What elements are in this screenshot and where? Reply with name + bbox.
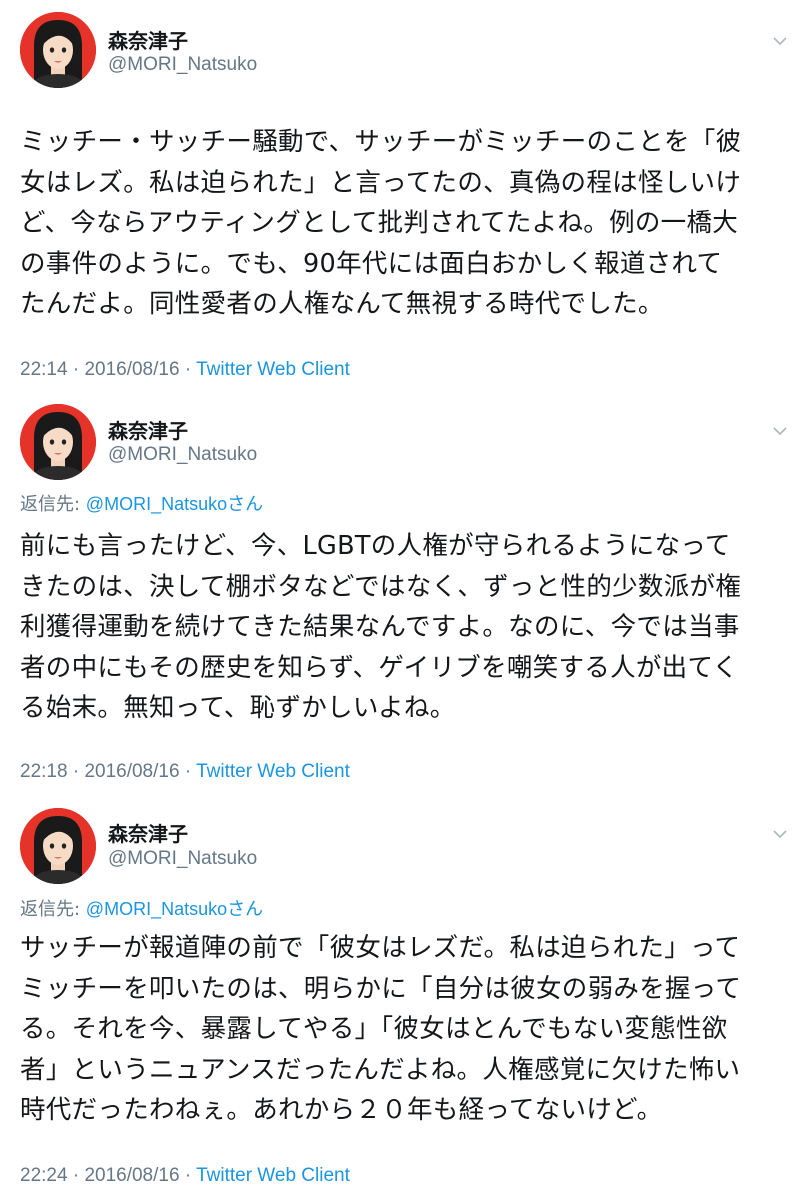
tweet-time[interactable]: 22:18 xyxy=(20,761,68,782)
meta-separator: · xyxy=(72,761,80,782)
meta-separator: · xyxy=(72,359,80,380)
tweet-text-line: 時代だったわねぇ。あれから２０年も経ってないけど。 xyxy=(20,1095,663,1125)
tweet-text-line: ミッチー・サッチー騒動で、サッチーがミッチーのことを「彼 xyxy=(20,127,742,157)
reply-to: 返信先: @MORI_Natsukoさん xyxy=(20,492,263,517)
tweet-time[interactable]: 22:24 xyxy=(20,1165,68,1186)
client-link[interactable]: Twitter Web Client xyxy=(196,761,350,782)
client-link[interactable]: Twitter Web Client xyxy=(196,359,350,380)
display-name[interactable]: 森奈津子 xyxy=(108,419,188,443)
reply-to-mention[interactable]: @MORI_Natsuko xyxy=(86,494,227,514)
tweet-text-line: きたのは、決して棚ボタなどではなく、ずっと性的少数派が権 xyxy=(20,571,742,602)
user-handle[interactable]: @MORI_Natsuko xyxy=(108,847,257,871)
meta-separator: · xyxy=(184,359,192,380)
meta-separator: · xyxy=(184,761,192,782)
tweet-date[interactable]: 2016/08/16 xyxy=(84,359,179,380)
display-name[interactable]: 森奈津子 xyxy=(108,29,188,53)
tweet-time[interactable]: 22:14 xyxy=(20,359,68,380)
tweet-text-line: 女はレズ。私は迫られた」と言ってたの、真偽の程は怪しいけ xyxy=(20,167,742,198)
meta-separator: · xyxy=(72,1165,80,1186)
client-link[interactable]: Twitter Web Client xyxy=(196,1165,350,1186)
tweet-text-line: 利獲得運動を続けてきた結果なんですよ。なのに、今では当事 xyxy=(20,612,740,642)
tweet-text: ミッチー・サッチー騒動で、サッチーがミッチーのことを「彼 女はレズ。私は迫られた… xyxy=(20,122,790,325)
tweet-text-line: る。それを今、暴露してやる」「彼女はとんでもない変態性欲 xyxy=(20,1014,728,1044)
reply-to: 返信先: @MORI_Natsukoさん xyxy=(20,897,263,922)
tweet-text-line: る始末。無知って、恥ずかしいよね。 xyxy=(20,693,456,723)
tweet-text: サッチーが報道陣の前で「彼女はレズだ。私は迫られた」って ミッチーを叩いたのは、… xyxy=(20,928,790,1131)
reply-to-label: 返信先: xyxy=(20,899,86,920)
display-name[interactable]: 森奈津子 xyxy=(108,822,188,846)
meta-separator: · xyxy=(184,1165,192,1186)
avatar[interactable] xyxy=(20,808,96,884)
tweet-text-line: 者の中にもその歴史を知らず、ゲイリブを嘲笑する人が出てく xyxy=(20,652,739,683)
tweet-meta: 22:24 · 2016/08/16 · Twitter Web Client xyxy=(20,1164,350,1188)
tweet-text-line: 前にも言ったけど、今、LGBTの人権が守られるようになって xyxy=(20,531,731,561)
tweet-date[interactable]: 2016/08/16 xyxy=(84,1165,179,1186)
reply-to-mention[interactable]: @MORI_Natsuko xyxy=(86,899,227,919)
tweet-text-line: たんだよ。同性愛者の人権なんて無視する時代でした。 xyxy=(20,289,664,319)
reply-to-label: 返信先: xyxy=(20,494,86,515)
chevron-down-icon[interactable] xyxy=(768,423,792,439)
avatar[interactable] xyxy=(20,404,96,480)
user-handle[interactable]: @MORI_Natsuko xyxy=(108,53,257,77)
reply-to-suffix: さん xyxy=(227,494,264,514)
reply-to-suffix: さん xyxy=(227,899,264,919)
tweet-text-line: の事件のように。でも、90年代には面白おかしく報道されて xyxy=(20,248,723,279)
user-handle[interactable]: @MORI_Natsuko xyxy=(108,443,257,467)
chevron-down-icon[interactable] xyxy=(768,33,792,49)
tweet-text-line: ミッチーを叩いたのは、明らかに「自分は彼女の弱みを握って xyxy=(20,973,742,1004)
tweet-meta: 22:18 · 2016/08/16 · Twitter Web Client xyxy=(20,760,350,784)
tweet-date[interactable]: 2016/08/16 xyxy=(84,761,179,782)
tweet-meta: 22:14 · 2016/08/16 · Twitter Web Client xyxy=(20,358,350,382)
tweet-text-line: サッチーが報道陣の前で「彼女はレズだ。私は迫られた」って xyxy=(20,933,741,963)
tweet-text-line: 者」というニュアンスだったんだよね。人権感覚に欠けた怖い xyxy=(20,1054,741,1085)
avatar[interactable] xyxy=(20,12,96,88)
tweet-text-line: ど、今ならアウティングとして批判されてたよね。例の一橋大 xyxy=(20,208,739,238)
tweet-text: 前にも言ったけど、今、LGBTの人権が守られるようになって きたのは、決して棚ボ… xyxy=(20,526,790,729)
chevron-down-icon[interactable] xyxy=(768,826,792,842)
